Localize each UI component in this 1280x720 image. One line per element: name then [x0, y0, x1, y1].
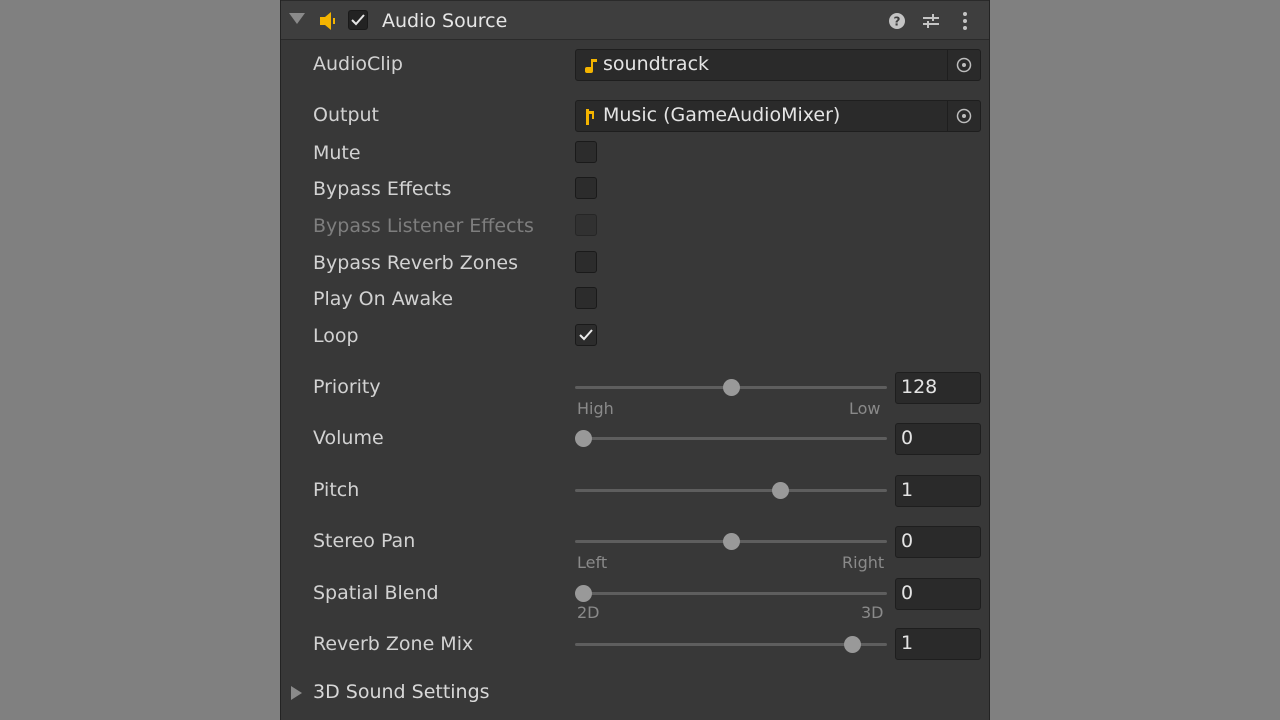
- expand-triangle-icon[interactable]: [291, 686, 302, 700]
- mute-checkbox[interactable]: [575, 141, 597, 163]
- reverb-zone-mix-slider-handle[interactable]: [844, 636, 862, 653]
- spatial-blend-slider-handle[interactable]: [575, 585, 592, 602]
- audioclip-field[interactable]: soundtrack: [575, 49, 981, 81]
- object-picker-icon: [956, 57, 972, 73]
- svg-text:?: ?: [894, 15, 901, 29]
- stereo-pan-max-label: Right: [842, 553, 885, 572]
- spatial-blend-slider-track[interactable]: [575, 592, 887, 595]
- bypass-reverb-zones-checkbox[interactable]: [575, 251, 597, 273]
- reverb-zone-mix-slider[interactable]: [575, 634, 887, 654]
- audio-mixer-group-icon: [586, 109, 594, 125]
- priority-input[interactable]: 128: [895, 372, 981, 404]
- audio-clip-icon: [585, 59, 597, 73]
- bypass-listener-effects-label: Bypass Listener Effects: [313, 215, 534, 237]
- pitch-input[interactable]: 1: [895, 475, 981, 507]
- pitch-slider-track[interactable]: [575, 489, 887, 492]
- volume-input[interactable]: 0: [895, 423, 981, 455]
- stereo-pan-slider[interactable]: [575, 531, 887, 551]
- bypass-effects-checkbox[interactable]: [575, 177, 597, 199]
- volume-slider[interactable]: [575, 428, 887, 448]
- loop-checkbox[interactable]: [575, 324, 597, 346]
- spatial-blend-max-label: 3D: [861, 603, 884, 622]
- object-picker-icon: [956, 108, 972, 124]
- stereo-pan-slider-handle[interactable]: [723, 533, 740, 550]
- help-icon[interactable]: ?: [887, 11, 907, 31]
- loop-label: Loop: [313, 325, 359, 347]
- component-title: Audio Source: [382, 10, 508, 32]
- volume-slider-handle[interactable]: [575, 430, 592, 447]
- speaker-icon: [320, 12, 335, 30]
- component-header[interactable]: Audio Source ?: [281, 0, 989, 40]
- priority-min-label: High: [577, 399, 614, 418]
- pitch-label: Pitch: [313, 479, 360, 501]
- reverb-zone-mix-label: Reverb Zone Mix: [313, 633, 474, 655]
- output-label: Output: [313, 104, 379, 126]
- collapse-triangle-icon[interactable]: [289, 13, 305, 24]
- spatial-blend-label: Spatial Blend: [313, 582, 439, 604]
- priority-slider-handle[interactable]: [723, 379, 740, 396]
- more-menu-icon[interactable]: [955, 11, 975, 31]
- volume-slider-track[interactable]: [575, 437, 887, 440]
- output-field[interactable]: Music (GameAudioMixer): [575, 100, 981, 132]
- play-on-awake-label: Play On Awake: [313, 288, 454, 310]
- audioclip-value: soundtrack: [603, 53, 710, 75]
- spatial-blend-slider[interactable]: [575, 583, 887, 603]
- stereo-pan-label: Stereo Pan: [313, 530, 416, 552]
- component-enabled-checkbox[interactable]: [348, 10, 368, 30]
- mute-label: Mute: [313, 142, 361, 164]
- inspector-panel: Audio Source ? AudioClip soundtrack Outp…: [280, 0, 990, 720]
- checkmark-icon: [579, 329, 593, 341]
- bypass-listener-effects-checkbox: [575, 214, 597, 236]
- preset-icon[interactable]: [921, 11, 941, 31]
- output-object-picker[interactable]: [947, 101, 980, 131]
- bypass-reverb-zones-label: Bypass Reverb Zones: [313, 252, 518, 274]
- pitch-slider-handle[interactable]: [772, 482, 790, 499]
- stereo-pan-min-label: Left: [577, 553, 608, 572]
- priority-slider[interactable]: [575, 377, 887, 397]
- reverb-zone-mix-slider-track[interactable]: [575, 643, 887, 646]
- spatial-blend-input[interactable]: 0: [895, 578, 981, 610]
- priority-label: Priority: [313, 376, 381, 398]
- stereo-pan-input[interactable]: 0: [895, 526, 981, 558]
- play-on-awake-checkbox[interactable]: [575, 287, 597, 309]
- output-value: Music (GameAudioMixer): [603, 104, 841, 126]
- checkmark-icon: [351, 14, 365, 26]
- audioclip-object-picker[interactable]: [947, 50, 980, 80]
- pitch-slider[interactable]: [575, 480, 887, 500]
- priority-max-label: Low: [849, 399, 881, 418]
- spatial-blend-min-label: 2D: [577, 603, 600, 622]
- reverb-zone-mix-input[interactable]: 1: [895, 628, 981, 660]
- 3d-sound-settings-foldout[interactable]: 3D Sound Settings: [313, 681, 490, 703]
- volume-label: Volume: [313, 427, 384, 449]
- bypass-effects-label: Bypass Effects: [313, 178, 452, 200]
- audioclip-label: AudioClip: [313, 53, 403, 75]
